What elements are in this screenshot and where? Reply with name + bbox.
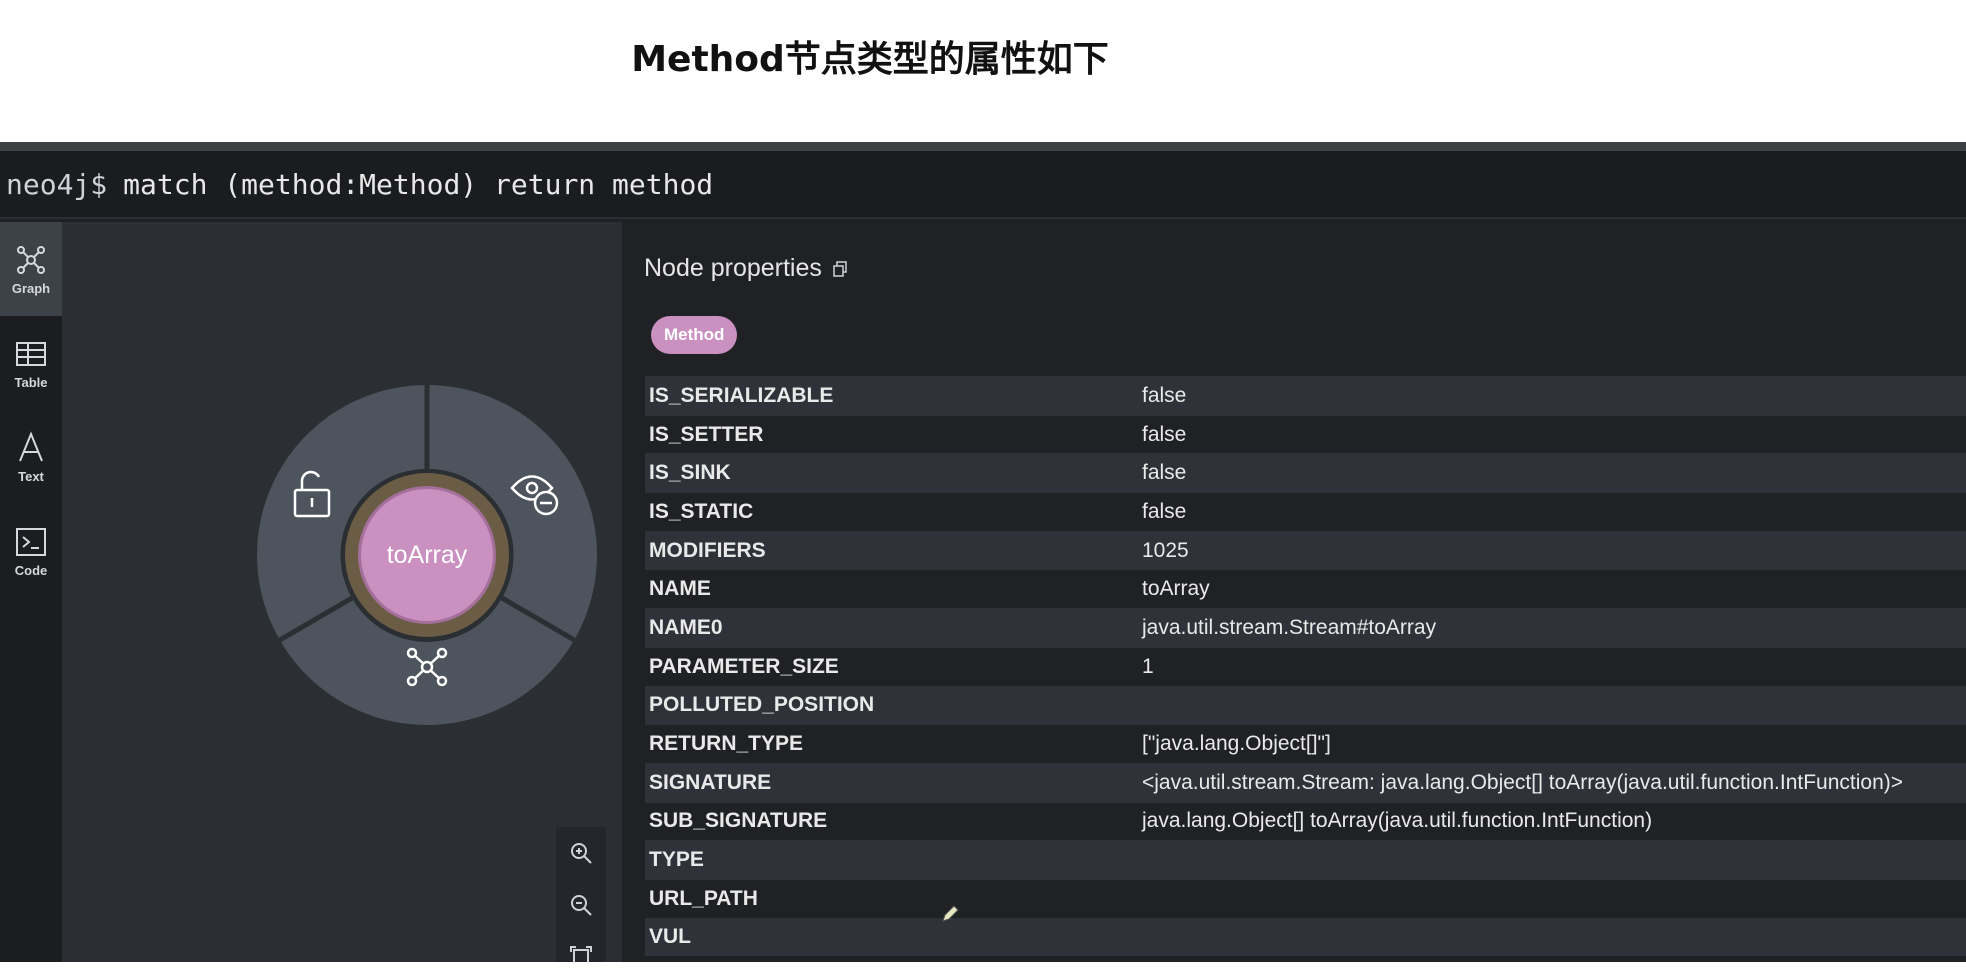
label-badge-method[interactable]: Method bbox=[651, 316, 738, 354]
property-value: <java.util.stream.Stream: java.lang.Obje… bbox=[1142, 770, 1904, 794]
graph-canvas[interactable]: toArray bbox=[62, 222, 622, 962]
neo4j-browser: neo4j$ match (method:Method) return meth… bbox=[0, 142, 1966, 962]
node-radial-menu: toArray bbox=[257, 385, 597, 725]
zoom-in-icon bbox=[571, 843, 592, 864]
panel-header: Node properties bbox=[644, 254, 848, 283]
node-label: toArray bbox=[387, 541, 468, 569]
property-key: SUB_SIGNATURE bbox=[649, 809, 828, 833]
fit-icon bbox=[570, 946, 592, 962]
property-value: 1025 bbox=[1142, 538, 1189, 562]
property-key: NAME bbox=[649, 577, 711, 601]
zoom-out-icon bbox=[571, 895, 592, 916]
property-key: URL_PATH bbox=[649, 886, 758, 910]
property-key: VUL bbox=[649, 925, 691, 949]
property-row: SIGNATURE <java.util.stream.Stream: java… bbox=[645, 762, 1966, 802]
property-value: 1 bbox=[1142, 654, 1154, 678]
table-icon bbox=[16, 341, 46, 366]
property-value: ["java.lang.Object[]"] bbox=[1142, 732, 1331, 756]
property-value: toArray bbox=[1142, 577, 1210, 601]
node-properties-panel: Node properties Method IS_SERIALIZABLE f… bbox=[622, 236, 1966, 962]
zoom-controls bbox=[556, 827, 606, 962]
property-key: RETURN_TYPE bbox=[649, 732, 804, 756]
command-prompt: neo4j$ bbox=[6, 167, 108, 201]
zoom-out-button[interactable] bbox=[556, 879, 606, 931]
zoom-in-button[interactable] bbox=[556, 827, 606, 879]
property-key: IS_SETTER bbox=[649, 422, 764, 446]
property-key: IS_SINK bbox=[649, 461, 731, 485]
property-row: MODIFIERS 1025 bbox=[645, 530, 1966, 570]
fit-button[interactable] bbox=[556, 931, 606, 962]
view-table-label: Table bbox=[14, 374, 48, 390]
property-row: PARAMETER_SIZE 1 bbox=[645, 646, 1966, 686]
view-code-label: Code bbox=[14, 562, 48, 578]
command-bar[interactable]: neo4j$ match (method:Method) return meth… bbox=[0, 151, 1966, 219]
property-key: IS_STATIC bbox=[649, 499, 754, 523]
property-value: false bbox=[1142, 461, 1187, 485]
code-icon bbox=[16, 527, 46, 556]
property-key: TYPE bbox=[649, 848, 704, 872]
property-key: MODIFIERS bbox=[649, 538, 766, 562]
view-code-button[interactable]: Code bbox=[0, 504, 62, 598]
view-sidebar: Graph Table Text Code bbox=[0, 222, 62, 962]
property-value: false bbox=[1142, 499, 1187, 523]
view-graph-button[interactable]: Graph bbox=[0, 222, 62, 316]
copy-icon[interactable] bbox=[832, 260, 848, 277]
property-key: POLLUTED_POSITION bbox=[649, 693, 875, 717]
property-row: IS_SETTER false bbox=[645, 414, 1966, 454]
view-text-label: Text bbox=[18, 468, 44, 484]
text-icon bbox=[19, 430, 43, 461]
property-value: false bbox=[1142, 422, 1187, 446]
property-key: NAME0 bbox=[649, 615, 723, 639]
property-row: RETURN_TYPE ["java.lang.Object[]"] bbox=[645, 724, 1966, 763]
property-row: IS_STATIC false bbox=[645, 492, 1966, 531]
property-key: PARAMETER_SIZE bbox=[649, 654, 839, 678]
view-graph-label: Graph bbox=[11, 280, 51, 296]
property-row: SUB_SIGNATURE java.lang.Object[] toArray… bbox=[645, 801, 1966, 841]
property-row: POLLUTED_POSITION bbox=[645, 685, 1966, 725]
panel-title: Node properties bbox=[644, 254, 822, 282]
view-text-button[interactable]: Text bbox=[0, 410, 62, 504]
property-row: IS_SERIALIZABLE false bbox=[645, 376, 1966, 415]
property-value: java.lang.Object[] toArray(java.util.fun… bbox=[1142, 809, 1653, 833]
property-row: IS_SINK false bbox=[645, 453, 1966, 493]
app-top-border bbox=[0, 142, 1966, 151]
property-row: VUL bbox=[645, 917, 1966, 957]
properties-table: IS_SERIALIZABLE false IS_SETTER false IS… bbox=[645, 376, 1966, 957]
property-key: IS_SERIALIZABLE bbox=[649, 383, 834, 407]
property-row: URL_PATH bbox=[645, 878, 1966, 918]
property-value: false bbox=[1142, 383, 1187, 407]
page-heading: Method节点类型的属性如下 bbox=[631, 39, 1109, 80]
property-row: TYPE bbox=[645, 840, 1966, 879]
property-value: java.util.stream.Stream#toArray bbox=[1142, 615, 1437, 639]
graph-icon bbox=[17, 245, 45, 274]
command-query[interactable]: match (method:Method) return method bbox=[123, 168, 713, 201]
view-table-button[interactable]: Table bbox=[0, 316, 62, 410]
property-key: SIGNATURE bbox=[649, 770, 772, 794]
property-row: NAME0 java.util.stream.Stream#toArray bbox=[645, 608, 1966, 647]
property-row: NAME toArray bbox=[645, 569, 1966, 608]
pencil-cursor-icon bbox=[942, 905, 959, 922]
